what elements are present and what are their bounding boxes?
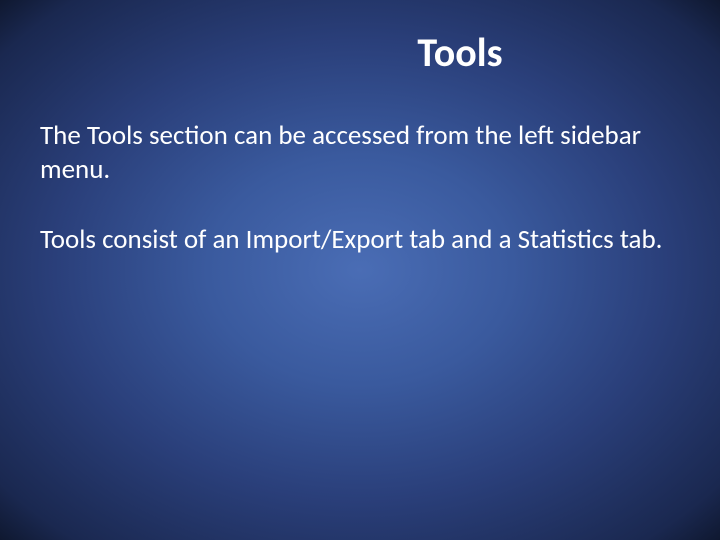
paragraph-1: The Tools section can be accessed from t… bbox=[40, 119, 680, 187]
slide-title: Tools bbox=[240, 28, 680, 77]
slide-container: Tools The Tools section can be accessed … bbox=[0, 0, 720, 540]
paragraph-2: Tools consist of an Import/Export tab an… bbox=[40, 223, 680, 257]
slide-body: The Tools section can be accessed from t… bbox=[40, 119, 680, 256]
